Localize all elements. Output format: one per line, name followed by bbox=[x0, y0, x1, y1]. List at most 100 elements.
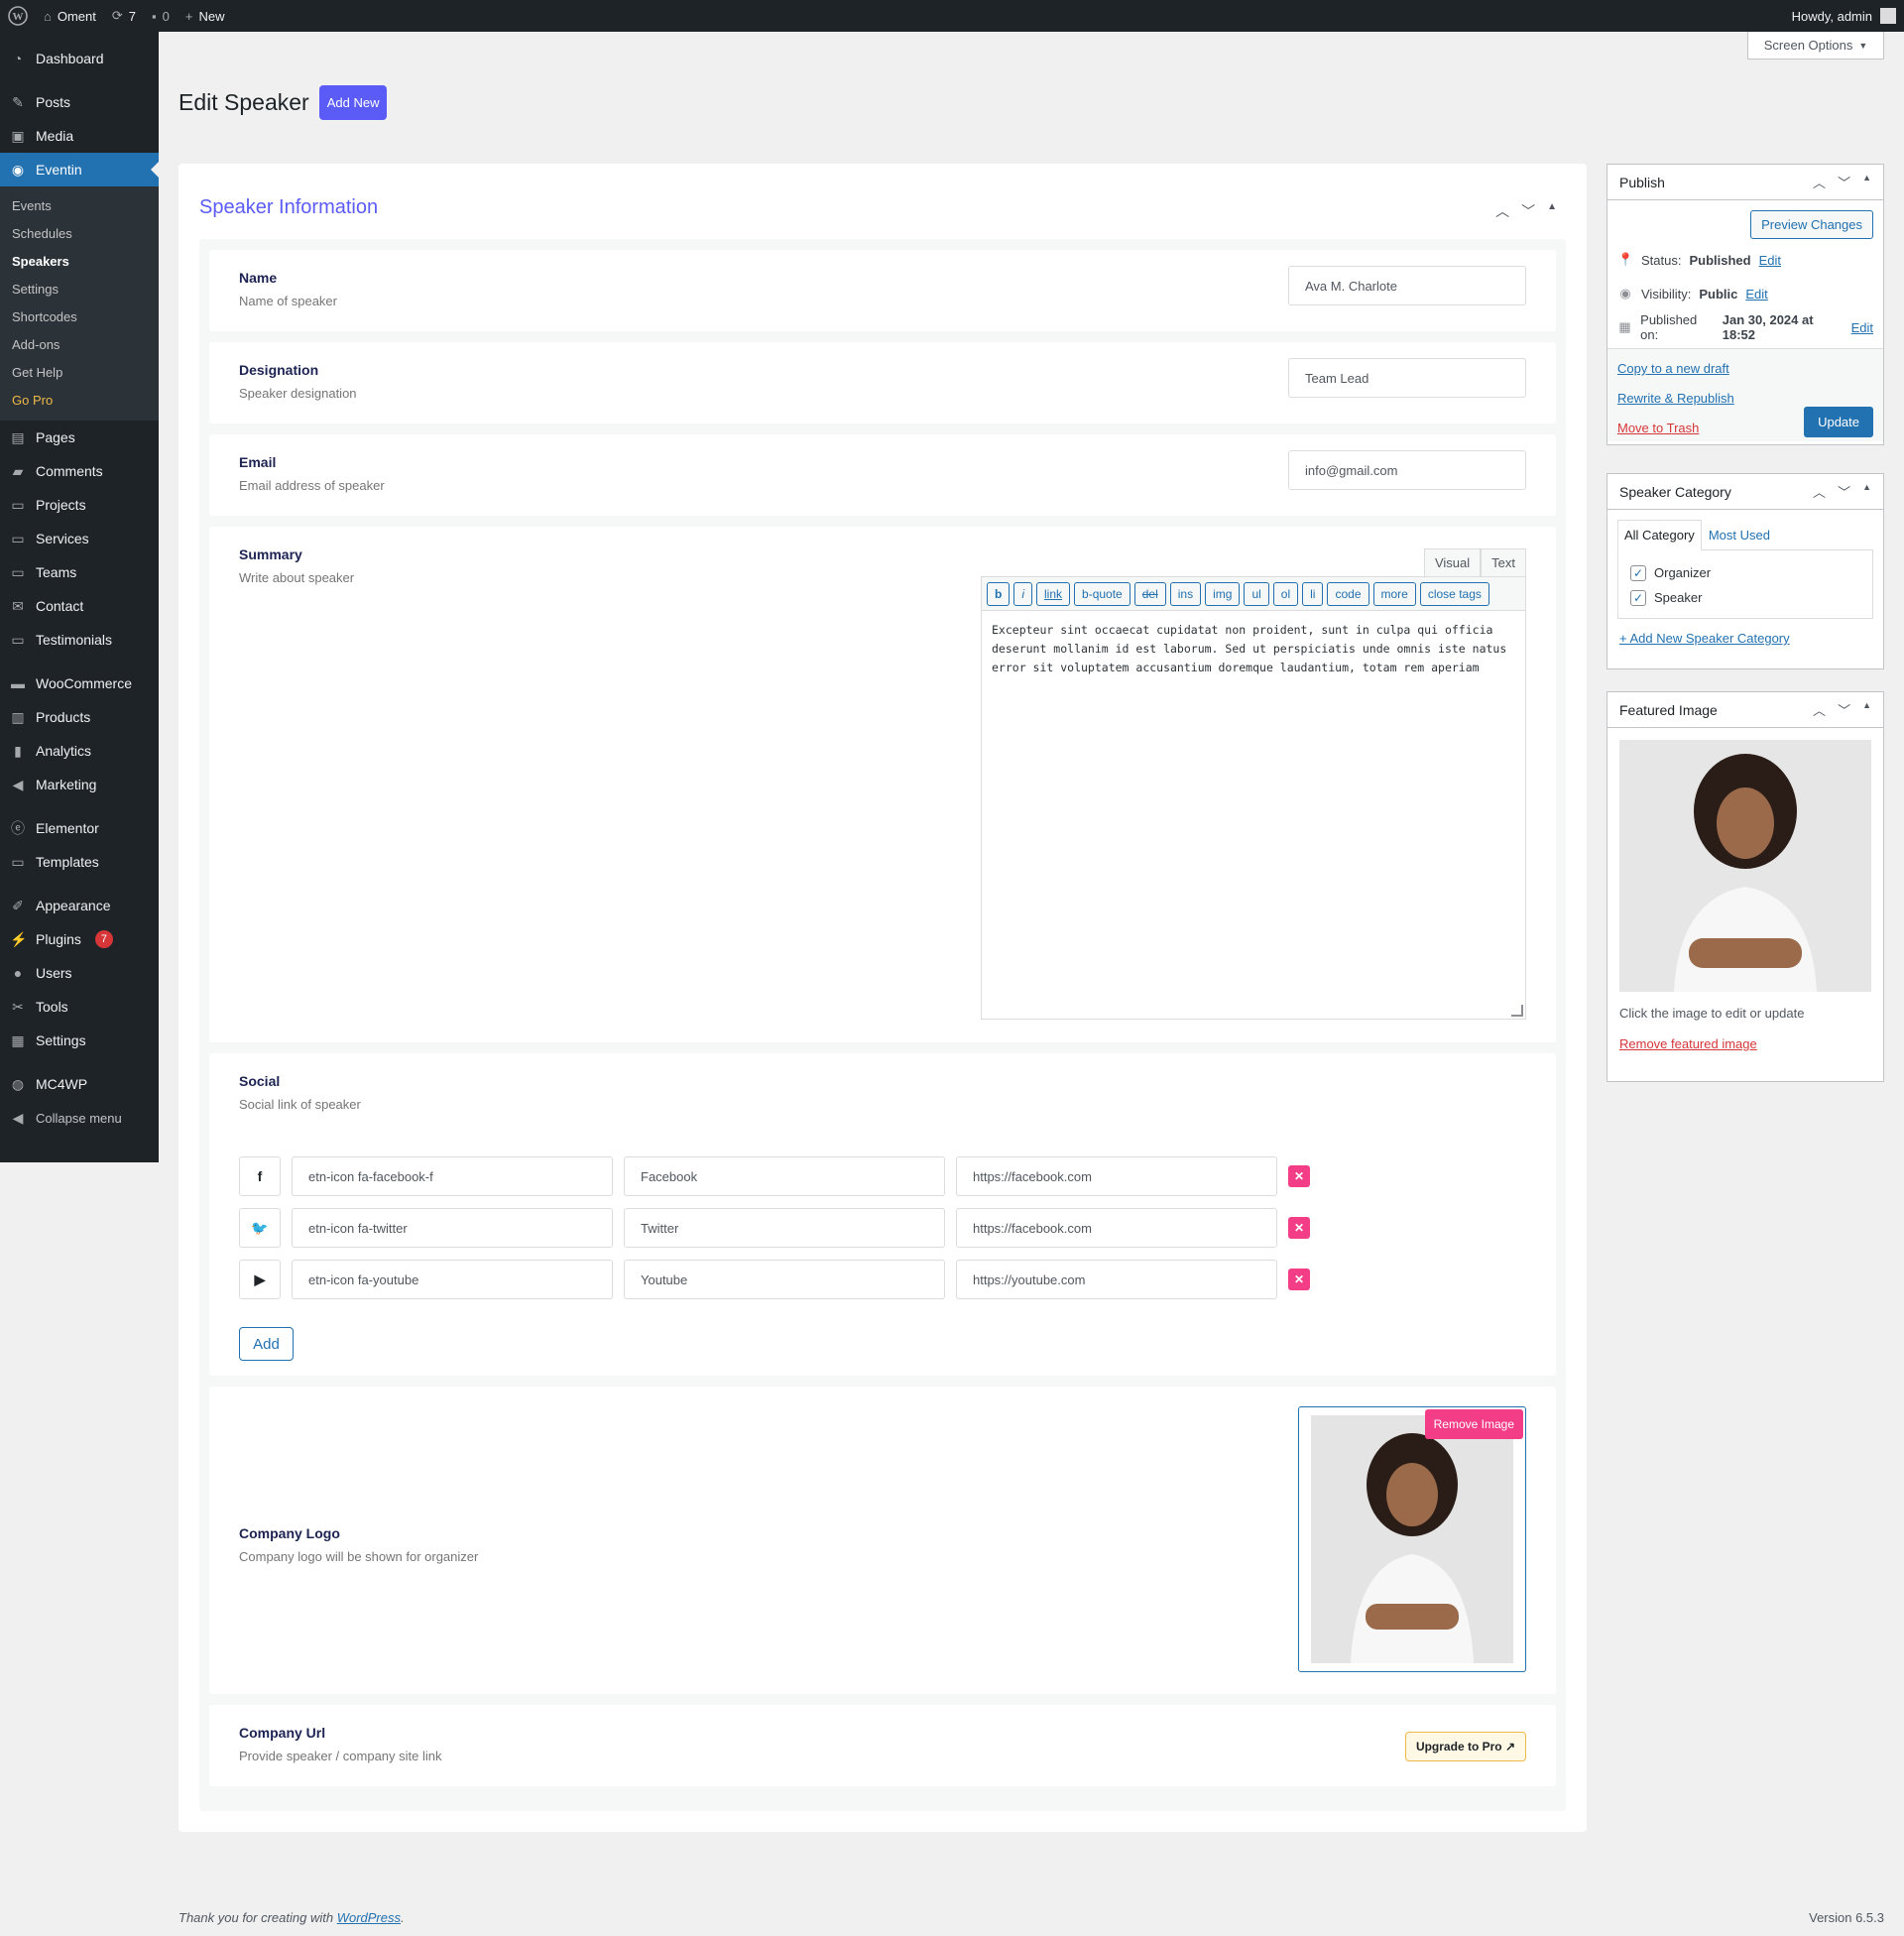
chevron-up-icon[interactable]: ︿ bbox=[1813, 700, 1826, 719]
tab-text[interactable]: Text bbox=[1481, 548, 1526, 576]
remove-social-icon[interactable]: ✕ bbox=[1288, 1165, 1310, 1187]
qt-ins-button[interactable]: ins bbox=[1169, 581, 1202, 606]
toggle-panel-icon[interactable]: ▲ bbox=[1862, 482, 1871, 501]
submenu-get-help[interactable]: Get Help bbox=[0, 359, 159, 387]
social-icon-class-input[interactable]: etn-icon fa-facebook-f bbox=[292, 1156, 613, 1196]
qt-more-button[interactable]: more bbox=[1372, 581, 1416, 606]
checkbox-checked-icon[interactable]: ✓ bbox=[1630, 589, 1646, 606]
menu-item-users[interactable]: ● Users bbox=[0, 956, 159, 990]
updates-link[interactable]: ⟳ 7 bbox=[104, 0, 144, 32]
submenu-schedules[interactable]: Schedules bbox=[0, 220, 159, 248]
menu-item-eventin[interactable]: ◉ Eventin bbox=[0, 153, 159, 186]
social-icon-class-input[interactable]: etn-icon fa-youtube bbox=[292, 1260, 613, 1299]
social-title-input[interactable]: Youtube bbox=[624, 1260, 945, 1299]
menu-item-media[interactable]: ▣ Media bbox=[0, 119, 159, 153]
screen-options-button[interactable]: Screen Options ▼ bbox=[1747, 32, 1884, 60]
name-input[interactable]: Ava M. Charlote bbox=[1288, 266, 1526, 305]
qt-close-tags-button[interactable]: close tags bbox=[1419, 581, 1489, 606]
qt-img-button[interactable]: img bbox=[1205, 581, 1241, 606]
menu-item-woocommerce[interactable]: ▬ WooCommerce bbox=[0, 666, 159, 700]
menu-item-testimonials[interactable]: ▭ Testimonials bbox=[0, 623, 159, 657]
submenu-settings[interactable]: Settings bbox=[0, 276, 159, 303]
menu-item-teams[interactable]: ▭ Teams bbox=[0, 555, 159, 589]
menu-item-templates[interactable]: ▭ Templates bbox=[0, 845, 159, 879]
twitter-icon[interactable]: 🐦 bbox=[239, 1208, 281, 1248]
menu-item-elementor[interactable]: ⓔ Elementor bbox=[0, 811, 159, 845]
qt-ol-button[interactable]: ol bbox=[1272, 581, 1299, 606]
social-title-input[interactable]: Facebook bbox=[624, 1156, 945, 1196]
tab-visual[interactable]: Visual bbox=[1423, 548, 1482, 576]
submenu-events[interactable]: Events bbox=[0, 192, 159, 220]
submenu-go-pro[interactable]: Go Pro bbox=[0, 387, 159, 415]
collapse-menu-button[interactable]: ◀ Collapse menu bbox=[0, 1101, 159, 1135]
menu-item-pages[interactable]: ▤ Pages bbox=[0, 421, 159, 454]
chevron-up-icon[interactable]: ︿ bbox=[1813, 173, 1826, 191]
edit-status-link[interactable]: Edit bbox=[1759, 253, 1781, 268]
move-to-trash-link[interactable]: Move to Trash bbox=[1617, 421, 1699, 435]
qt-link-button[interactable]: link bbox=[1036, 581, 1071, 606]
copy-to-draft-link[interactable]: Copy to a new draft bbox=[1617, 361, 1729, 376]
social-url-input[interactable]: https://facebook.com bbox=[956, 1208, 1277, 1248]
qt-italic-button[interactable]: i bbox=[1013, 581, 1033, 606]
comments-link[interactable]: ▪ 0 bbox=[144, 0, 178, 32]
edit-visibility-link[interactable]: Edit bbox=[1745, 287, 1767, 302]
remove-featured-image-link[interactable]: Remove featured image bbox=[1619, 1036, 1757, 1051]
wordpress-link[interactable]: WordPress bbox=[337, 1910, 401, 1925]
account-link[interactable]: Howdy, admin bbox=[1792, 8, 1904, 24]
toggle-panel-icon[interactable]: ▲ bbox=[1862, 700, 1871, 719]
remove-social-icon[interactable]: ✕ bbox=[1288, 1269, 1310, 1290]
new-content-link[interactable]: + New bbox=[178, 0, 233, 32]
wordpress-logo-icon[interactable]: W bbox=[0, 0, 36, 32]
rewrite-republish-link[interactable]: Rewrite & Republish bbox=[1617, 391, 1734, 406]
edit-date-link[interactable]: Edit bbox=[1851, 320, 1873, 335]
menu-item-marketing[interactable]: ◀ Marketing bbox=[0, 768, 159, 801]
add-new-button[interactable]: Add New bbox=[318, 85, 388, 120]
tab-most-used[interactable]: Most Used bbox=[1702, 520, 1777, 550]
qt-blockquote-button[interactable]: b-quote bbox=[1074, 581, 1130, 606]
facebook-icon[interactable]: f bbox=[239, 1156, 281, 1196]
designation-input[interactable]: Team Lead bbox=[1288, 358, 1526, 398]
summary-textarea[interactable]: Excepteur sint occaecat cupidatat non pr… bbox=[982, 611, 1525, 687]
menu-item-plugins[interactable]: ⚡ Plugins 7 bbox=[0, 922, 159, 956]
qt-ul-button[interactable]: ul bbox=[1244, 581, 1269, 606]
menu-item-mc4wp[interactable]: ◍ MC4WP bbox=[0, 1067, 159, 1101]
menu-item-projects[interactable]: ▭ Projects bbox=[0, 488, 159, 522]
menu-item-dashboard[interactable]: ◔ Dashboard bbox=[0, 42, 159, 75]
site-name-link[interactable]: ⌂ Oment bbox=[36, 0, 104, 32]
chevron-down-icon[interactable]: ﹀ bbox=[1521, 201, 1535, 221]
category-item-organizer[interactable]: ✓ Organizer bbox=[1630, 560, 1860, 585]
submenu-shortcodes[interactable]: Shortcodes bbox=[0, 303, 159, 331]
email-input[interactable]: info@gmail.com bbox=[1288, 450, 1526, 490]
toggle-panel-icon[interactable]: ▲ bbox=[1862, 173, 1871, 191]
social-url-input[interactable]: https://youtube.com bbox=[956, 1260, 1277, 1299]
menu-item-settings[interactable]: ▦ Settings bbox=[0, 1024, 159, 1057]
chevron-down-icon[interactable]: ﹀ bbox=[1838, 173, 1850, 191]
menu-item-products[interactable]: ▥ Products bbox=[0, 700, 159, 734]
remove-image-button[interactable]: Remove Image bbox=[1424, 1409, 1523, 1439]
menu-item-posts[interactable]: ✎ Posts bbox=[0, 85, 159, 119]
qt-bold-button[interactable]: b bbox=[987, 581, 1011, 606]
featured-image-thumbnail[interactable] bbox=[1619, 740, 1871, 992]
submenu-speakers[interactable]: Speakers bbox=[0, 248, 159, 276]
add-new-category-link[interactable]: + Add New Speaker Category bbox=[1619, 631, 1790, 646]
chevron-down-icon[interactable]: ﹀ bbox=[1838, 700, 1850, 719]
add-social-button[interactable]: Add bbox=[239, 1327, 294, 1361]
social-icon-class-input[interactable]: etn-icon fa-twitter bbox=[292, 1208, 613, 1248]
social-url-input[interactable]: https://facebook.com bbox=[956, 1156, 1277, 1196]
checkbox-checked-icon[interactable]: ✓ bbox=[1630, 564, 1646, 581]
menu-item-appearance[interactable]: ✐ Appearance bbox=[0, 889, 159, 922]
menu-item-analytics[interactable]: ▮ Analytics bbox=[0, 734, 159, 768]
tab-all-category[interactable]: All Category bbox=[1617, 520, 1702, 550]
upgrade-to-pro-button[interactable]: Upgrade to Pro ↗ bbox=[1404, 1732, 1526, 1761]
update-button[interactable]: Update bbox=[1804, 407, 1873, 437]
youtube-icon[interactable]: ▶ bbox=[239, 1260, 281, 1299]
menu-item-comments[interactable]: ▰ Comments bbox=[0, 454, 159, 488]
menu-item-services[interactable]: ▭ Services bbox=[0, 522, 159, 555]
chevron-up-icon[interactable]: ︿ bbox=[1813, 482, 1826, 501]
qt-code-button[interactable]: code bbox=[1327, 581, 1369, 606]
chevron-down-icon[interactable]: ﹀ bbox=[1838, 482, 1850, 501]
chevron-up-icon[interactable]: ︿ bbox=[1495, 201, 1509, 221]
menu-item-tools[interactable]: ✂ Tools bbox=[0, 990, 159, 1024]
qt-del-button[interactable]: del bbox=[1133, 581, 1166, 606]
company-logo-preview[interactable]: Remove Image bbox=[1298, 1406, 1526, 1672]
